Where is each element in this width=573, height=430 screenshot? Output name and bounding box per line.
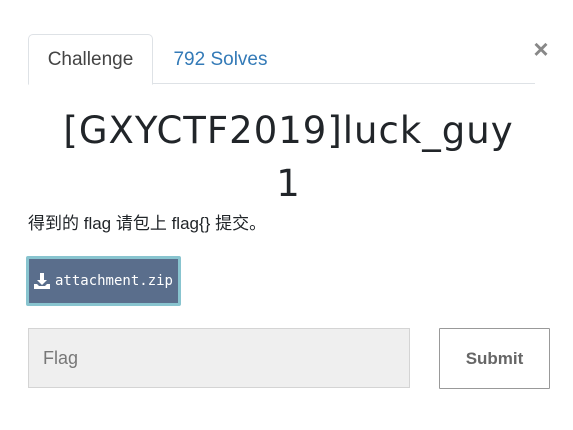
tab-solves[interactable]: 792 Solves	[159, 34, 282, 85]
close-button[interactable]: ×	[528, 34, 554, 64]
submit-button[interactable]: Submit	[439, 328, 550, 389]
close-icon: ×	[533, 34, 549, 64]
challenge-modal: Challenge 792 Solves × [GXYCTF2019]luck_…	[0, 0, 573, 430]
download-icon	[33, 273, 50, 289]
tab-solves-label: 792 Solves	[173, 48, 268, 70]
attachment-filename: attachment.zip	[54, 273, 173, 289]
flag-input[interactable]	[28, 328, 410, 388]
attachment-download-button[interactable]: attachment.zip	[26, 256, 181, 306]
challenge-title-block: [GXYCTF2019]luck_guy 1	[0, 104, 573, 210]
challenge-points: 1	[276, 162, 301, 205]
challenge-tabs: Challenge 792 Solves	[28, 34, 535, 85]
challenge-title: [GXYCTF2019]luck_guy	[63, 109, 514, 152]
tab-challenge[interactable]: Challenge	[28, 34, 153, 85]
challenge-description: 得到的 flag 请包上 flag{} 提交。	[28, 214, 267, 233]
tab-challenge-label: Challenge	[47, 48, 134, 70]
